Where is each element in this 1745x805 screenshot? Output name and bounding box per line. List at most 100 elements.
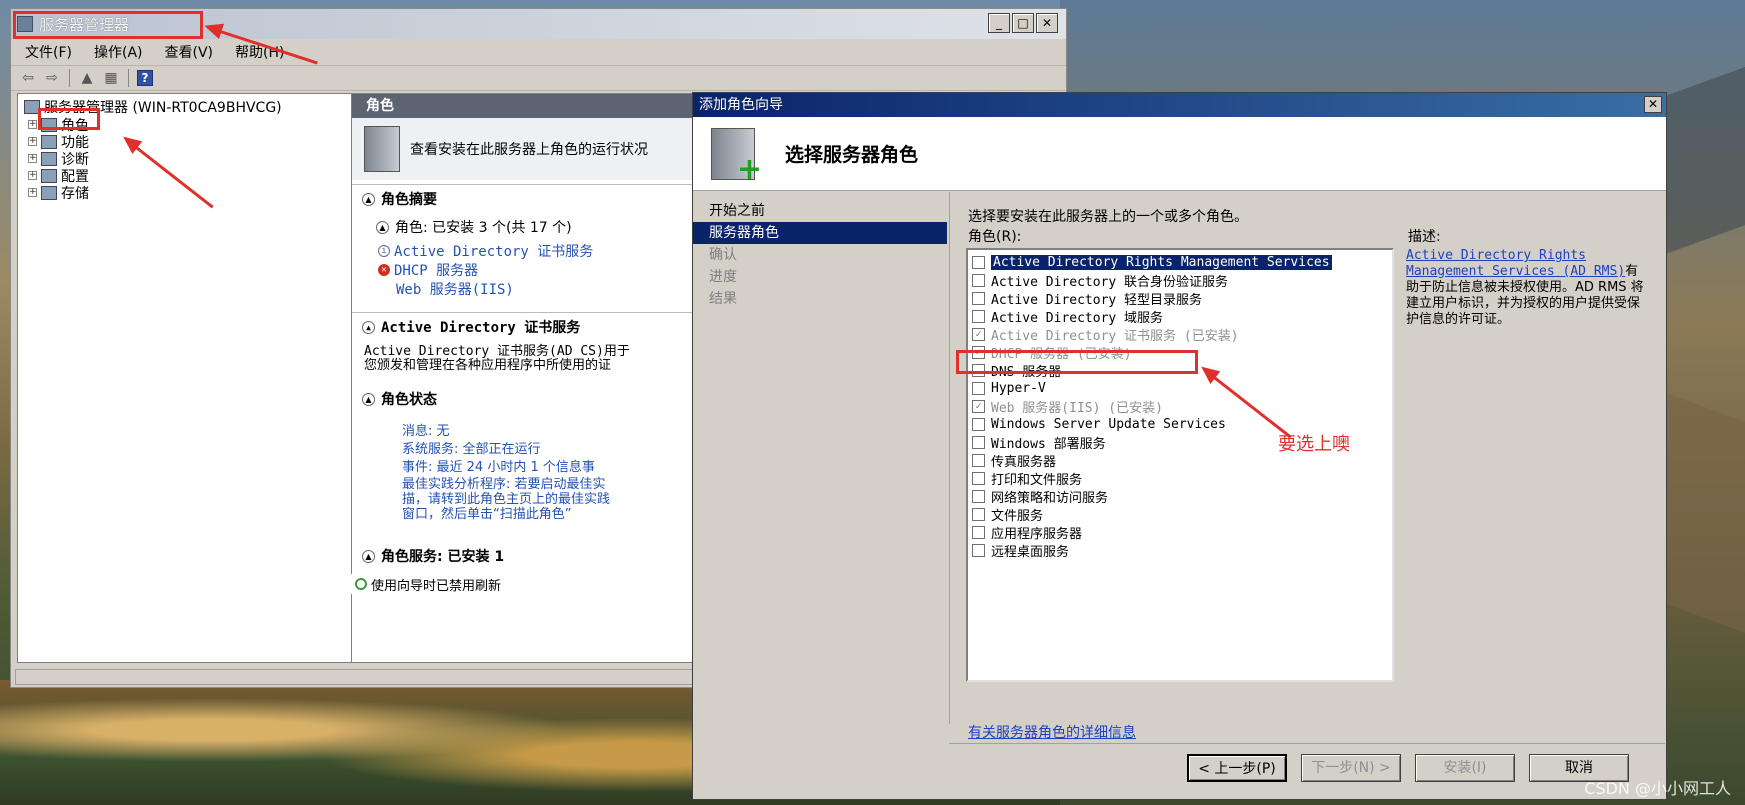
next-button[interactable]: 下一步(N) >: [1301, 754, 1401, 782]
checkbox[interactable]: [972, 543, 985, 557]
role-checkbox-row[interactable]: 远程桌面服务: [972, 541, 1388, 560]
checkbox[interactable]: [972, 273, 985, 287]
collapse-icon[interactable]: ▲: [362, 549, 375, 563]
maximize-icon[interactable]: □: [1012, 13, 1034, 33]
install-button[interactable]: 安装(I): [1415, 754, 1515, 782]
role-label: Active Directory 联合身份验证服务: [991, 274, 1229, 290]
menu-action[interactable]: 操作(A): [94, 42, 143, 62]
menu-view[interactable]: 查看(V): [165, 42, 214, 62]
role-label: Hyper-V: [991, 380, 1046, 396]
roles-label: 角色(R):: [968, 229, 1022, 245]
roles-count-header[interactable]: ▲ 角色: 已安装 3 个(共 17 个): [352, 213, 720, 241]
role-label: Web 服务器(IIS) (已安装): [991, 400, 1163, 416]
step-results: 结果: [709, 291, 737, 307]
role-label: 应用程序服务器: [991, 526, 1083, 542]
back-arrow-icon[interactable]: ⇦: [19, 69, 37, 87]
wizard-buttons: < 上一步(P) 下一步(N) > 安装(I) 取消: [949, 743, 1665, 799]
diagnostics-icon: [41, 151, 57, 166]
role-checkbox-row[interactable]: 应用程序服务器: [972, 523, 1388, 542]
help-icon[interactable]: ?: [137, 70, 153, 86]
expand-icon[interactable]: +: [28, 120, 37, 129]
window-controls: _ □ ✕: [988, 13, 1058, 33]
wizard-titlebar[interactable]: 添加角色向导 ✕: [693, 93, 1666, 117]
role-checkbox-row[interactable]: 网络策略和访问服务: [972, 487, 1388, 506]
tree-item-diagnostics[interactable]: + 诊断: [28, 150, 380, 168]
role-checkbox-row[interactable]: Active Directory Rights Management Servi…: [972, 253, 1388, 271]
status-line[interactable]: 事件: 最近 24 小时内 1 个信息事: [352, 459, 720, 477]
role-checkbox-row: ✓ Active Directory 证书服务 (已安装): [972, 325, 1388, 344]
role-label: 传真服务器: [991, 454, 1057, 470]
collapse-icon[interactable]: ▲: [376, 220, 389, 234]
role-status-header[interactable]: ▲ 角色状态: [352, 385, 720, 413]
expand-icon[interactable]: +: [28, 188, 37, 197]
wizard-header-title: 选择服务器角色: [785, 144, 919, 166]
installed-role-link[interactable]: ✕ DHCP 服务器: [352, 260, 720, 279]
checkbox[interactable]: [972, 417, 985, 431]
role-checkbox-row[interactable]: Active Directory 域服务: [972, 307, 1388, 326]
roles-summary-section: ▲ 角色摘要 ▲ 角色: 已安装 3 个(共 17 个) i Active Di…: [352, 184, 720, 298]
collapse-icon[interactable]: ▲: [362, 320, 375, 334]
role-services-header[interactable]: ▲ 角色服务: 已安装 1: [352, 542, 720, 570]
checkbox[interactable]: [972, 489, 985, 503]
role-label: Windows Server Update Services: [991, 416, 1226, 432]
status-line: 最佳实践分析程序: 若要启动最佳实: [402, 477, 606, 492]
checkbox[interactable]: [972, 471, 985, 485]
watermark: CSDN @小小网工人: [1584, 779, 1731, 798]
checkbox[interactable]: [972, 525, 985, 539]
role-label: Active Directory Rights Management Servi…: [990, 253, 1333, 271]
refresh-status: 使用向导时已禁用刷新: [351, 574, 721, 594]
refresh-icon: [355, 578, 367, 590]
role-checkbox-row[interactable]: Active Directory 轻型目录服务: [972, 289, 1388, 308]
toolbar-separator: [128, 69, 129, 87]
status-line: 消息: 无: [402, 424, 450, 439]
section-header[interactable]: ▲ Active Directory 证书服务: [352, 313, 720, 341]
info-icon: i: [378, 244, 390, 257]
tree-item-features[interactable]: + 功能: [28, 133, 380, 151]
checkbox[interactable]: [972, 381, 985, 395]
tree-item-configuration[interactable]: + 配置: [28, 167, 380, 185]
installed-role-link[interactable]: i Active Directory 证书服务: [352, 241, 720, 260]
forward-arrow-icon[interactable]: ⇨: [43, 69, 61, 87]
show-hide-tree-icon[interactable]: ▦: [102, 69, 120, 87]
minimize-icon[interactable]: _: [988, 13, 1010, 33]
checkbox[interactable]: [972, 453, 985, 467]
section-title: 角色摘要: [381, 192, 437, 208]
close-icon[interactable]: ✕: [1036, 13, 1058, 33]
server-tower-icon: [364, 126, 400, 172]
checkbox[interactable]: [972, 309, 985, 323]
add-roles-wizard: 添加角色向导 ✕ + 选择服务器角色 开始之前 服务器角色 确认 进度 结果 选…: [692, 92, 1667, 800]
status-line: 系统服务: 全部正在运行: [402, 442, 541, 457]
roles-count: 角色: 已安装 3 个(共 17 个): [395, 220, 572, 236]
roles-checklist: Active Directory Rights Management Servi…: [966, 248, 1394, 682]
step-before-you-begin[interactable]: 开始之前: [693, 200, 947, 222]
role-label: Windows 部署服务: [991, 436, 1106, 452]
back-button[interactable]: < 上一步(P): [1187, 754, 1287, 782]
more-info-link[interactable]: 有关服务器角色的详细信息: [968, 722, 1136, 742]
step-progress: 进度: [709, 269, 737, 285]
section-header[interactable]: ▲ 角色摘要: [352, 185, 720, 213]
role-checkbox-row[interactable]: Active Directory 联合身份验证服务: [972, 271, 1388, 290]
collapse-icon[interactable]: ▲: [362, 392, 375, 406]
role-checkbox-row[interactable]: 文件服务: [972, 505, 1388, 524]
role-label: 远程桌面服务: [991, 544, 1070, 560]
step-server-roles[interactable]: 服务器角色: [693, 222, 947, 244]
collapse-icon[interactable]: ▲: [362, 192, 375, 206]
role-label: 打印和文件服务: [991, 472, 1083, 488]
role-checkbox-row[interactable]: Hyper-V: [972, 379, 1388, 397]
role-label: Active Directory 证书服务 (已安装): [991, 328, 1239, 344]
expand-icon[interactable]: +: [28, 171, 37, 180]
checkbox[interactable]: [972, 507, 985, 521]
description-link[interactable]: Active Directory Rights Management Servi…: [1406, 248, 1625, 279]
installed-role-link[interactable]: Web 服务器(IIS): [352, 279, 720, 298]
expand-icon[interactable]: +: [28, 154, 37, 163]
status-line: 描，请转到此角色主页上的最佳实践: [402, 492, 611, 507]
expand-icon[interactable]: +: [28, 137, 37, 146]
checkbox[interactable]: [972, 255, 985, 269]
checkbox[interactable]: [972, 291, 985, 305]
menu-file[interactable]: 文件(F): [25, 42, 72, 62]
toolbar: ⇦ ⇨ ▲ ▦ ?: [11, 65, 1066, 91]
close-icon[interactable]: ✕: [1644, 96, 1662, 113]
role-checkbox-row[interactable]: 打印和文件服务: [972, 469, 1388, 488]
checkbox[interactable]: [972, 435, 985, 449]
up-folder-icon[interactable]: ▲: [78, 69, 96, 87]
